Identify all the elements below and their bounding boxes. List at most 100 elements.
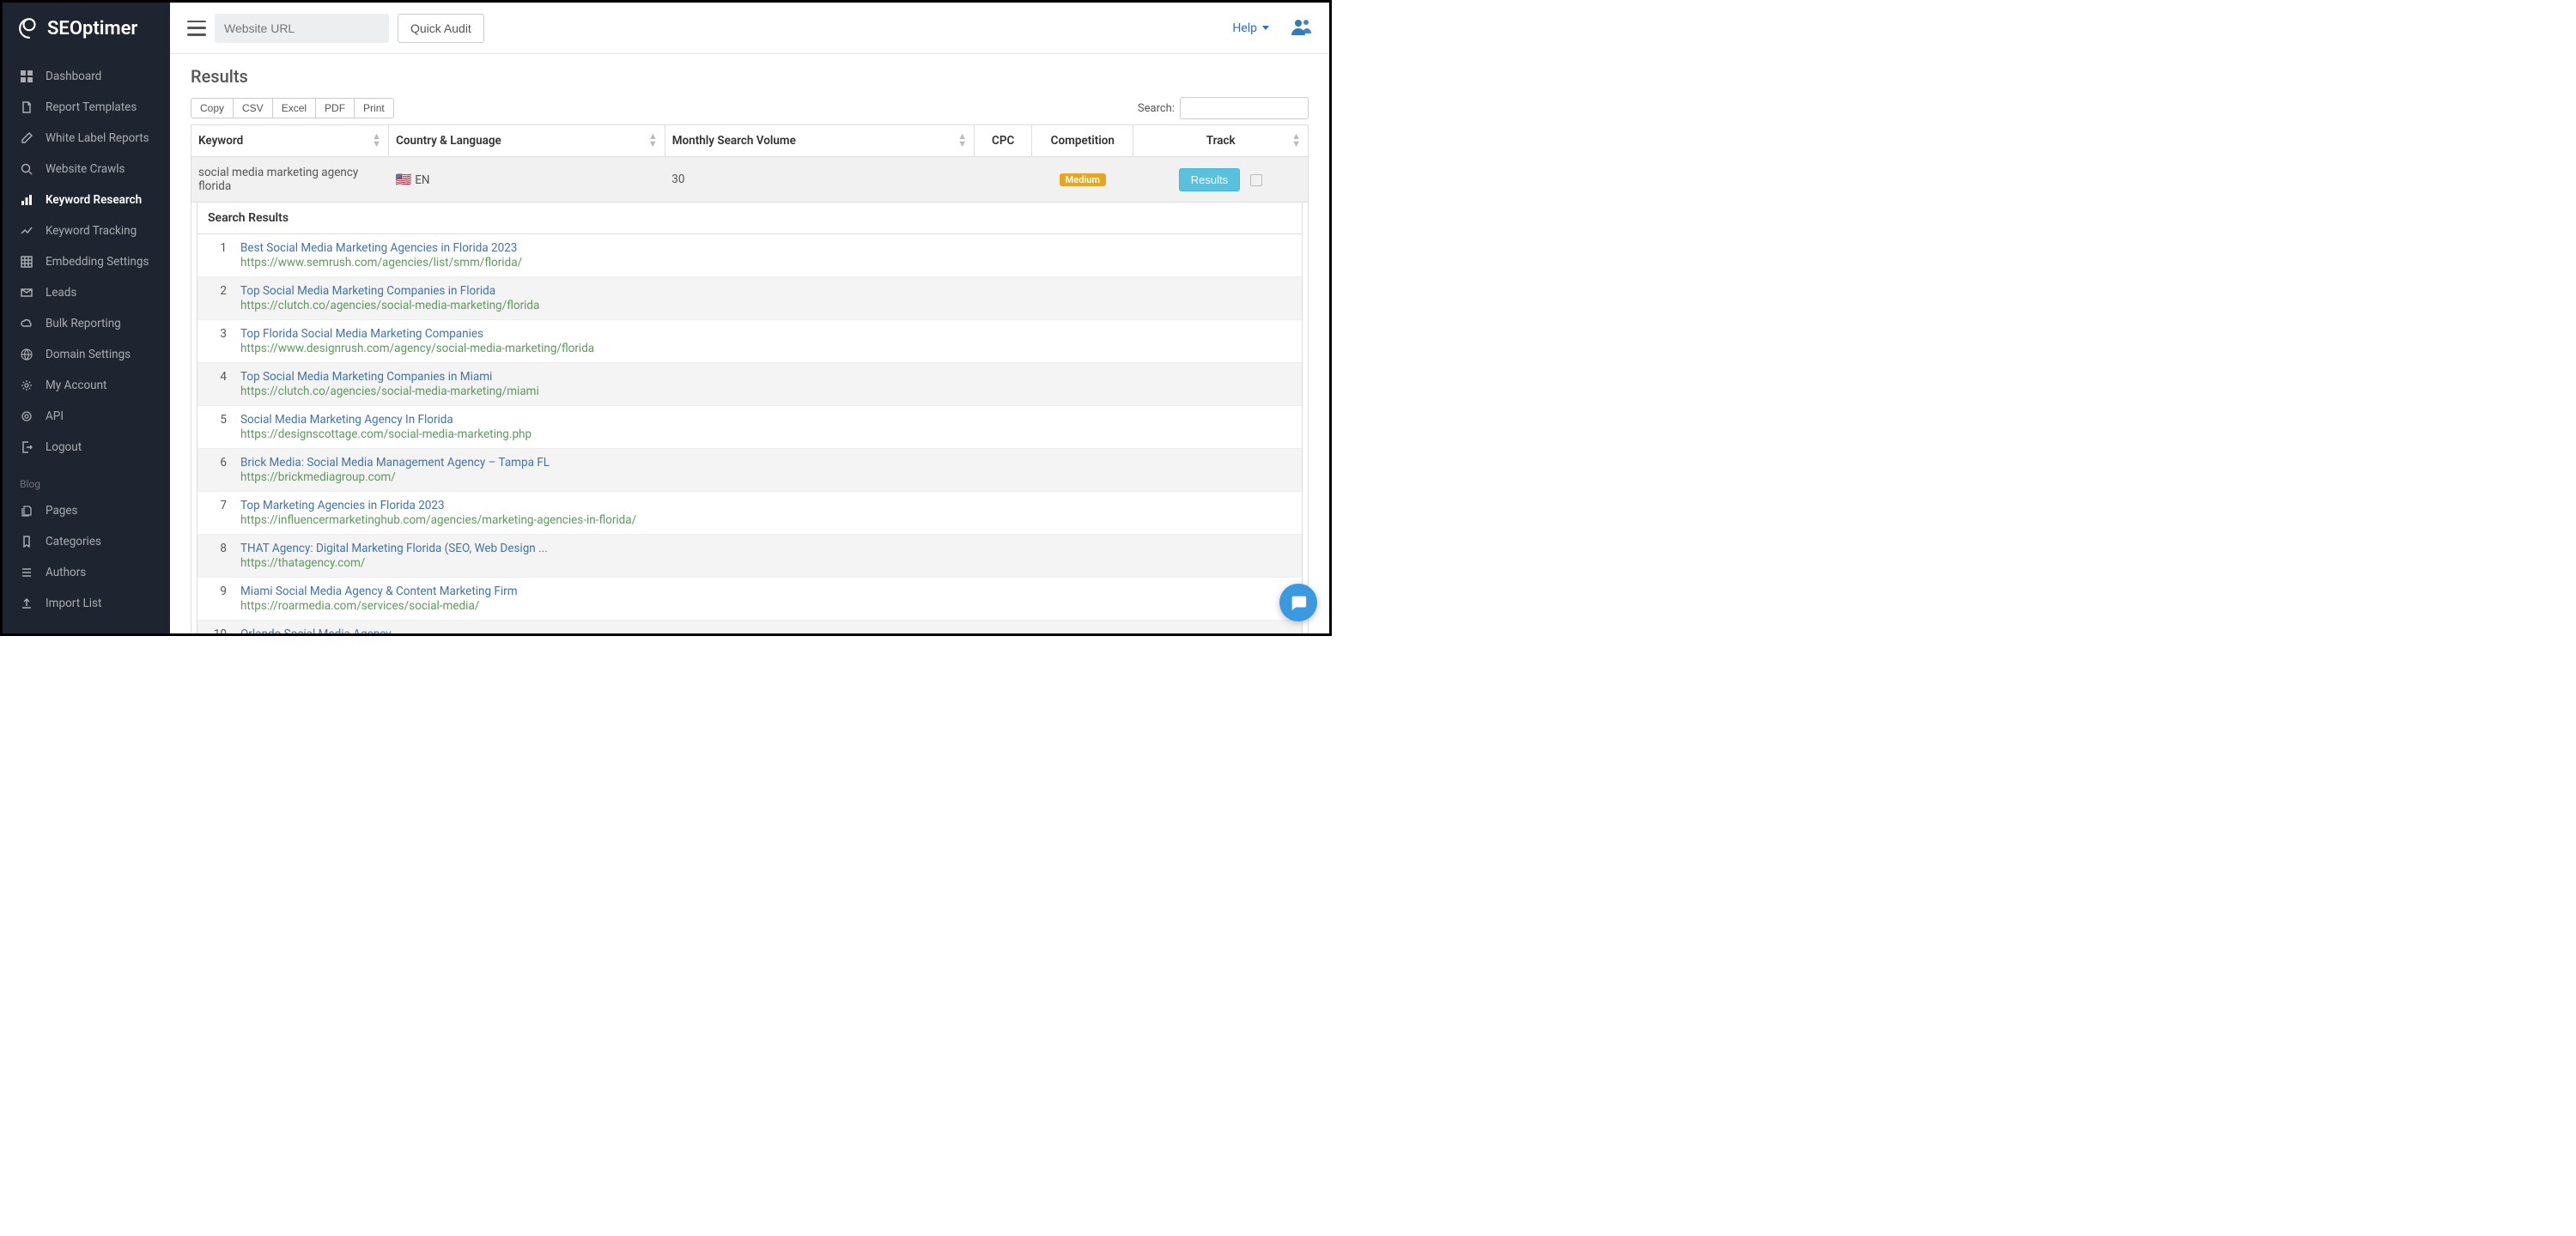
result-rank: 7 bbox=[210, 499, 227, 512]
col-msv[interactable]: Monthly Search Volume▲▼ bbox=[665, 125, 974, 157]
competition-badge: Medium bbox=[1060, 173, 1106, 186]
export-excel-button[interactable]: Excel bbox=[273, 99, 316, 118]
track-checkbox[interactable] bbox=[1250, 174, 1262, 186]
result-title[interactable]: Miami Social Media Agency & Content Mark… bbox=[240, 585, 1290, 598]
topbar: Quick Audit Help bbox=[170, 3, 1329, 54]
cell-cpc bbox=[975, 157, 1032, 203]
sidebar-item-leads[interactable]: Leads bbox=[3, 277, 170, 308]
result-rank: 2 bbox=[210, 284, 227, 298]
result-title[interactable]: THAT Agency: Digital Marketing Florida (… bbox=[240, 542, 1290, 555]
sidebar-item-authors[interactable]: Authors bbox=[3, 557, 170, 588]
sidebar-item-label: Keyword Research bbox=[46, 193, 142, 207]
sidebar-item-embedding-settings[interactable]: Embedding Settings bbox=[3, 246, 170, 277]
search-result-item: 8 THAT Agency: Digital Marketing Florida … bbox=[197, 535, 1302, 578]
sidebar-item-import-list[interactable]: Import List bbox=[3, 588, 170, 619]
sidebar-item-categories[interactable]: Categories bbox=[3, 526, 170, 557]
user-icon[interactable] bbox=[1291, 18, 1312, 39]
export-buttons: CopyCSVExcelPDFPrint bbox=[191, 98, 394, 118]
upload-icon bbox=[20, 597, 33, 609]
result-title[interactable]: Top Marketing Agencies in Florida 2023 bbox=[240, 499, 1290, 512]
search-input[interactable] bbox=[1180, 97, 1309, 119]
search-result-item: 6 Brick Media: Social Media Management Ag… bbox=[197, 449, 1302, 492]
export-pdf-button[interactable]: PDF bbox=[316, 99, 355, 118]
sidebar-item-logout[interactable]: Logout bbox=[3, 432, 170, 463]
result-url[interactable]: https://thatagency.com/ bbox=[240, 556, 1290, 570]
quick-audit-button[interactable]: Quick Audit bbox=[398, 14, 484, 43]
result-title[interactable]: Best Social Media Marketing Agencies in … bbox=[240, 241, 1290, 255]
export-csv-button[interactable]: CSV bbox=[234, 99, 273, 118]
result-url[interactable]: https://www.semrush.com/agencies/list/sm… bbox=[240, 256, 1290, 270]
logout-icon bbox=[20, 441, 33, 453]
result-title[interactable]: Top Social Media Marketing Companies in … bbox=[240, 284, 1290, 298]
results-button[interactable]: Results bbox=[1179, 168, 1240, 191]
sidebar-item-label: White Label Reports bbox=[46, 131, 149, 145]
col-keyword[interactable]: Keyword▲▼ bbox=[191, 125, 389, 157]
result-url[interactable]: https://clutch.co/agencies/social-media-… bbox=[240, 385, 1290, 398]
files-icon bbox=[20, 505, 33, 517]
sidebar-item-my-account[interactable]: My Account bbox=[3, 370, 170, 401]
sidebar-item-label: Report Templates bbox=[46, 100, 137, 114]
col-competition[interactable]: Competition bbox=[1032, 125, 1133, 157]
result-rank: 8 bbox=[210, 542, 227, 555]
search-result-item: 2 Top Social Media Marketing Companies in… bbox=[197, 277, 1302, 320]
sidebar-item-label: Import List bbox=[46, 597, 101, 610]
sidebar-item-website-crawls[interactable]: Website Crawls bbox=[3, 154, 170, 185]
url-input[interactable] bbox=[215, 14, 389, 43]
sidebar-item-label: Authors bbox=[46, 566, 86, 579]
sidebar-item-label: Leads bbox=[46, 286, 76, 300]
col-cpc[interactable]: CPC bbox=[975, 125, 1032, 157]
result-title[interactable]: Brick Media: Social Media Management Age… bbox=[240, 456, 1290, 470]
sidebar-item-label: Dashboard bbox=[46, 70, 101, 83]
col-track[interactable]: Track▲▼ bbox=[1133, 125, 1309, 157]
export-print-button[interactable]: Print bbox=[355, 99, 393, 118]
edit-icon bbox=[20, 132, 33, 144]
sidebar-item-keyword-tracking[interactable]: Keyword Tracking bbox=[3, 215, 170, 246]
result-url[interactable]: https://designscottage.com/social-media-… bbox=[240, 427, 1290, 441]
result-rank: 10 bbox=[210, 627, 227, 633]
grid-icon bbox=[20, 256, 33, 268]
result-title[interactable]: Social Media Marketing Agency In Florida bbox=[240, 413, 1290, 427]
sidebar-item-pages[interactable]: Pages bbox=[3, 495, 170, 526]
cell-msv: 30 bbox=[665, 157, 974, 203]
result-title[interactable]: Top Social Media Marketing Companies in … bbox=[240, 370, 1290, 384]
sidebar-item-report-templates[interactable]: Report Templates bbox=[3, 92, 170, 123]
logo[interactable]: SEOptimer bbox=[3, 3, 170, 54]
table-row: social media marketing agency florida🇺🇸E… bbox=[191, 157, 1309, 203]
sidebar: SEOptimer Dashboard Report Templates White… bbox=[3, 3, 170, 633]
result-url[interactable]: https://roarmedia.com/services/social-me… bbox=[240, 599, 1290, 613]
sidebar-item-domain-settings[interactable]: Domain Settings bbox=[3, 339, 170, 370]
cell-lang: 🇺🇸EN bbox=[389, 157, 665, 203]
chart-icon bbox=[20, 194, 33, 206]
help-menu[interactable]: Help bbox=[1232, 21, 1269, 35]
result-rank: 5 bbox=[210, 413, 227, 427]
sidebar-item-white-label-reports[interactable]: White Label Reports bbox=[3, 123, 170, 154]
cell-track: Results bbox=[1133, 157, 1309, 203]
chat-icon[interactable] bbox=[1279, 584, 1317, 621]
menu-toggle-icon[interactable] bbox=[187, 21, 206, 36]
sidebar-item-label: Categories bbox=[46, 535, 101, 548]
search-results-title: Search Results bbox=[197, 203, 1302, 234]
search-result-item: 3Top Florida Social Media Marketing Comp… bbox=[197, 320, 1302, 363]
result-url[interactable]: https://brickmediagroup.com/ bbox=[240, 470, 1290, 484]
sidebar-item-label: API bbox=[46, 409, 64, 423]
sidebar-item-label: Website Crawls bbox=[46, 162, 125, 176]
sidebar-item-dashboard[interactable]: Dashboard bbox=[3, 61, 170, 92]
flag-us-icon: 🇺🇸 bbox=[396, 172, 412, 187]
search-results-row: Search Results1Best Social Media Marketi… bbox=[191, 203, 1309, 634]
result-title[interactable]: Orlando Social Media Agency bbox=[240, 627, 1290, 633]
result-url[interactable]: https://clutch.co/agencies/social-media-… bbox=[240, 299, 1290, 312]
search-label: Search: bbox=[1138, 102, 1175, 115]
sidebar-item-api[interactable]: API bbox=[3, 401, 170, 432]
export-copy-button[interactable]: Copy bbox=[191, 99, 234, 118]
search-result-item: 10Orlando Social Media Agencyhttps://thr… bbox=[197, 621, 1302, 633]
col-country-lang[interactable]: Country & Language▲▼ bbox=[389, 125, 665, 157]
result-rank: 6 bbox=[210, 456, 227, 470]
result-url[interactable]: https://www.designrush.com/agency/social… bbox=[240, 342, 1290, 355]
result-url[interactable]: https://influencermarketinghub.com/agenc… bbox=[240, 513, 1290, 527]
sidebar-item-bulk-reporting[interactable]: Bulk Reporting bbox=[3, 308, 170, 339]
sidebar-item-keyword-research[interactable]: Keyword Research bbox=[3, 185, 170, 215]
result-title[interactable]: Top Florida Social Media Marketing Compa… bbox=[240, 327, 1290, 341]
gear-icon bbox=[20, 379, 33, 391]
result-rank: 9 bbox=[210, 585, 227, 598]
search-result-item: 4Top Social Media Marketing Companies in… bbox=[197, 363, 1302, 406]
